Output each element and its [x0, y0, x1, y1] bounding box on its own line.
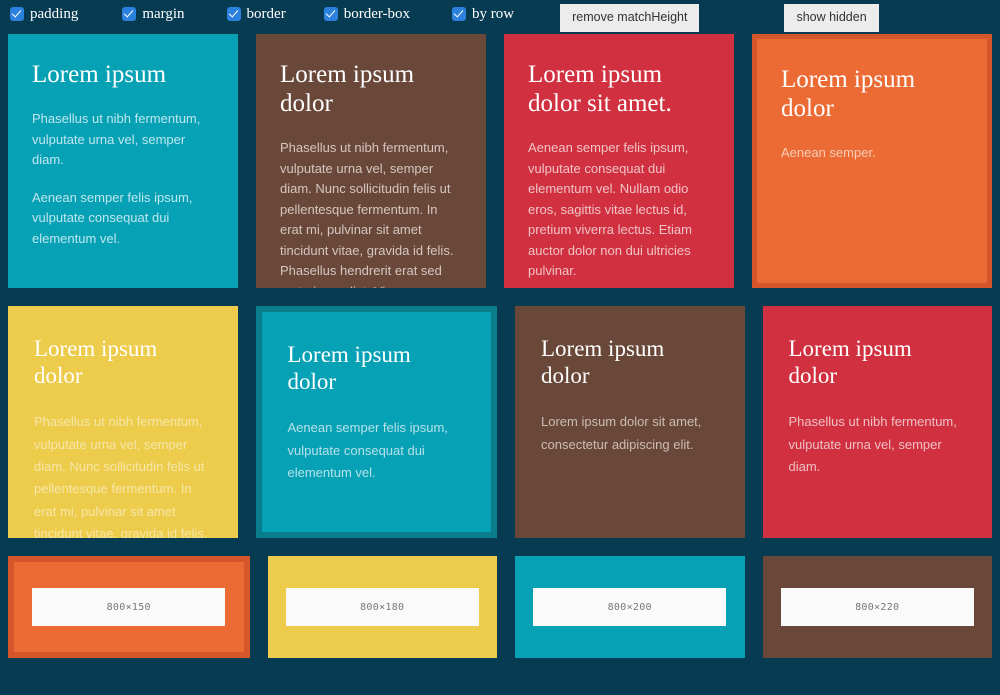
image-placeholder: 800×150: [32, 588, 226, 626]
card: Lorem ipsum dolor Aenean semper felis ips…: [255, 306, 497, 538]
card: Lorem ipsum dolor Phasellus ut nibh ferme…: [256, 34, 486, 288]
checkbox-checked-icon[interactable]: [452, 7, 467, 21]
image-card: 800×150: [8, 556, 250, 658]
image-dimensions-label: 800×180: [360, 601, 405, 613]
card-row-2: Lorem ipsum dolor Phasellus ut nibh ferme…: [8, 306, 992, 538]
option-by-row[interactable]: by row: [452, 4, 514, 24]
image-card-row: 800×150 800×180 800×200 800×220: [8, 556, 992, 658]
option-label: margin: [142, 5, 185, 22]
card-heading: Lorem ipsum dolor: [541, 336, 665, 388]
card: Lorem ipsum dolor Lorem ipsum dolor sit a…: [515, 306, 745, 538]
card-paragraph: Lorem ipsum dolor sit amet, consectetur …: [541, 414, 702, 452]
card-heading: Lorem ipsum dolor: [280, 61, 415, 117]
card-paragraph: Phasellus ut nibh fermentum, vulputate u…: [32, 111, 201, 168]
card-heading: Lorem ipsum dolor sit amet.: [528, 61, 672, 117]
image-placeholder: 800×180: [285, 588, 479, 626]
option-label: border: [246, 5, 286, 22]
option-label: by row: [472, 5, 515, 22]
option-border[interactable]: border: [226, 4, 286, 24]
option-padding[interactable]: padding: [10, 4, 78, 24]
option-margin[interactable]: margin: [122, 4, 185, 24]
remove-matchheight-button[interactable]: remove matchHeight: [560, 4, 700, 32]
option-border-box[interactable]: border-box: [323, 4, 411, 24]
card-heading: Lorem ipsum dolor: [287, 342, 411, 394]
card-content: Lorem ipsum dolor Aenean semper felis ips…: [262, 312, 492, 504]
card-content: Lorem ipsum dolor sit amet. Aenean semper…: [504, 34, 734, 288]
image-card: 800×220: [762, 556, 992, 658]
image-dimensions-label: 800×200: [607, 601, 652, 613]
card-heading: Lorem ipsum dolor: [788, 336, 912, 388]
card-grid: Lorem ipsum Phasellus ut nibh fermentum, …: [0, 28, 1000, 658]
toolbar: padding margin border border-box by row remov…: [0, 0, 1000, 32]
card: Lorem ipsum dolor Phasellus ut nibh ferme…: [762, 306, 993, 538]
option-label: border-box: [343, 5, 411, 22]
checkbox-checked-icon[interactable]: [122, 7, 137, 21]
card: Lorem ipsum dolor sit amet. Aenean semper…: [504, 34, 734, 288]
card-paragraph: Aenean semper felis ipsum, vulputate con…: [528, 140, 692, 279]
option-label: padding: [30, 5, 79, 22]
card-paragraph: Phasellus ut nibh fermentum, vulputate u…: [34, 414, 208, 538]
card-content: Lorem ipsum dolor Lorem ipsum dolor sit a…: [515, 306, 745, 476]
image-card: 800×200: [515, 556, 745, 658]
card-paragraph: Phasellus ut nibh fermentum, vulputate u…: [280, 140, 454, 288]
checkbox-checked-icon[interactable]: [226, 7, 241, 21]
card: Lorem ipsum dolor Aenean semper.: [752, 34, 992, 288]
card-heading: Lorem ipsum dolor: [34, 336, 158, 388]
card: Lorem ipsum dolor Phasellus ut nibh ferme…: [8, 306, 238, 538]
image-placeholder: 800×220: [780, 588, 974, 626]
card-content: Lorem ipsum dolor Phasellus ut nibh ferme…: [8, 306, 238, 538]
card-paragraph: Aenean semper felis ipsum, vulputate con…: [287, 420, 448, 481]
card-content: Lorem ipsum dolor Aenean semper.: [757, 39, 987, 184]
image-dimensions-label: 800×150: [106, 601, 151, 613]
checkbox-checked-icon[interactable]: [10, 7, 24, 21]
image-card: 800×180: [267, 556, 497, 658]
card: Lorem ipsum Phasellus ut nibh fermentum, …: [8, 34, 238, 288]
card-row-1: Lorem ipsum Phasellus ut nibh fermentum, …: [8, 34, 992, 288]
show-hidden-button[interactable]: show hidden: [784, 4, 879, 32]
image-dimensions-label: 800×220: [855, 601, 900, 613]
card-content: Lorem ipsum Phasellus ut nibh fermentum, …: [8, 34, 238, 269]
card-paragraph: Aenean semper.: [781, 145, 876, 160]
card-content: Lorem ipsum dolor Phasellus ut nibh ferme…: [763, 306, 993, 498]
card-heading: Lorem ipsum dolor: [781, 66, 916, 122]
image-placeholder: 800×200: [533, 588, 727, 626]
card-content: Lorem ipsum dolor Phasellus ut nibh ferme…: [256, 34, 486, 288]
checkbox-checked-icon[interactable]: [323, 7, 338, 21]
card-heading: Lorem ipsum: [32, 61, 167, 88]
card-paragraph: Aenean semper felis ipsum, vulputate con…: [32, 189, 193, 246]
card-paragraph: Phasellus ut nibh fermentum, vulputate u…: [788, 414, 957, 475]
